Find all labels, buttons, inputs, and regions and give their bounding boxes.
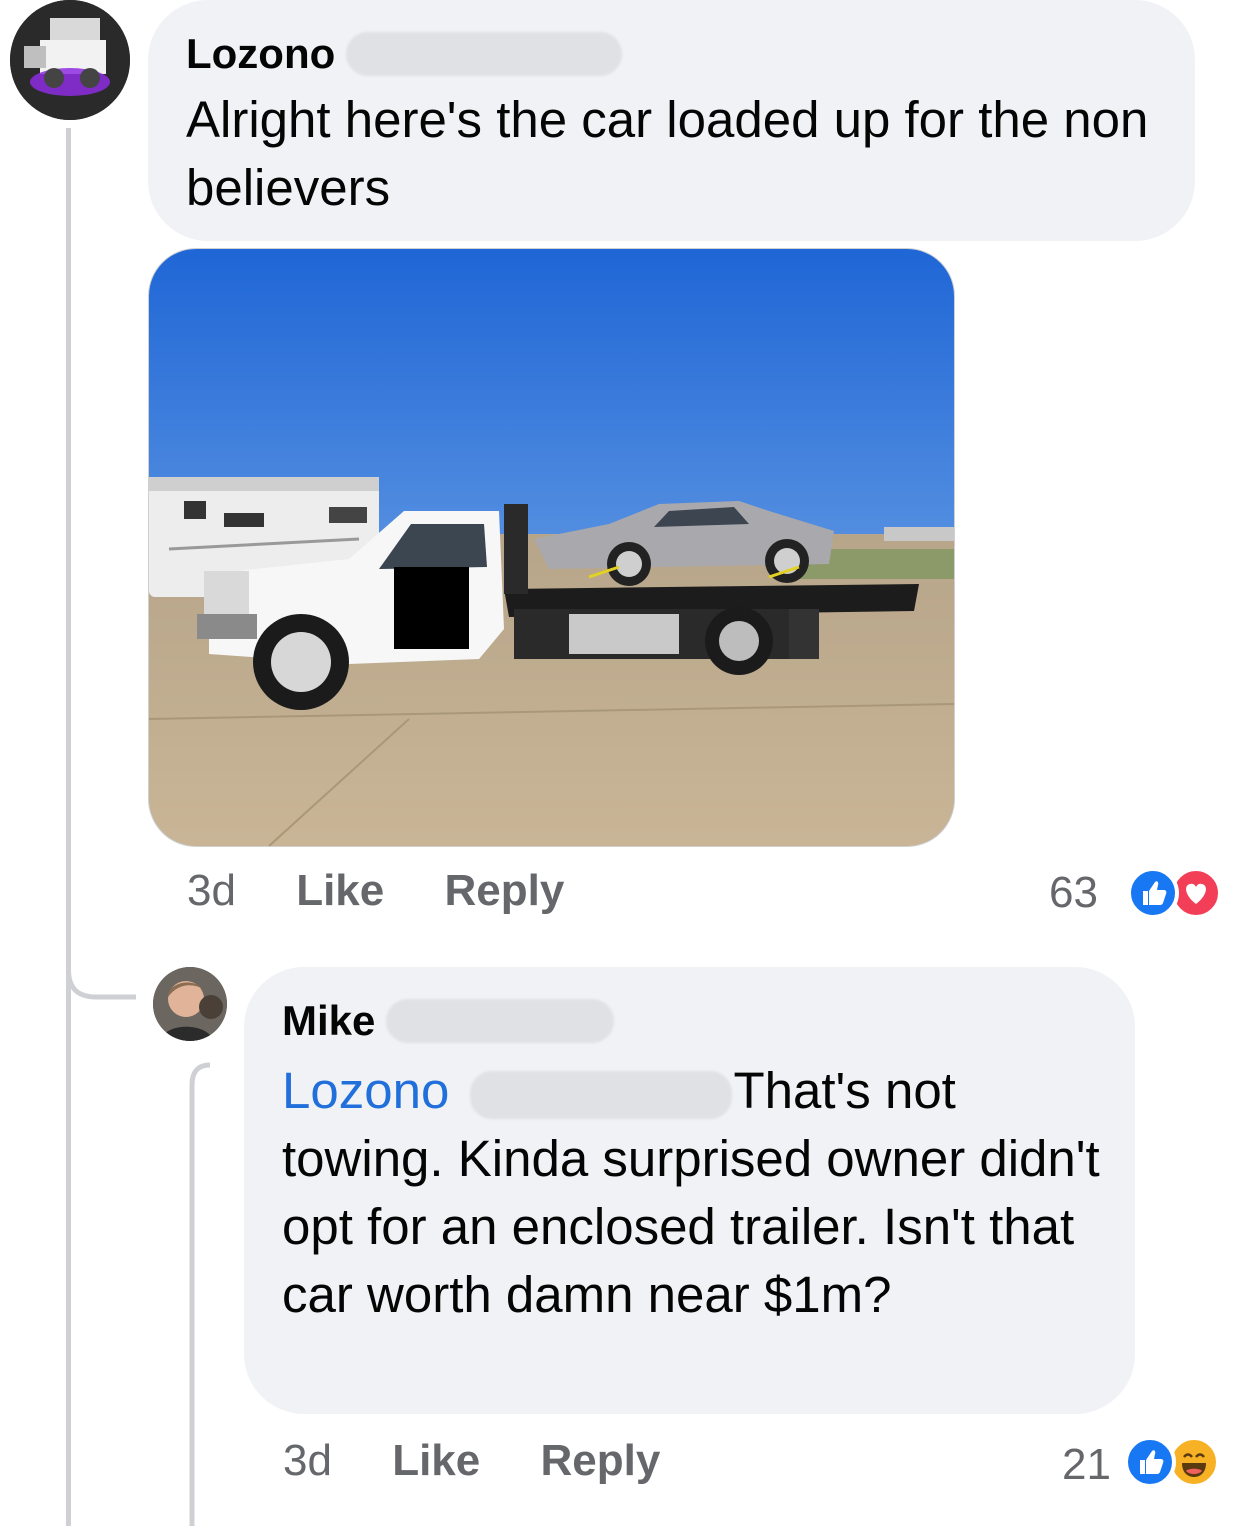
reply-button[interactable]: Reply [444,866,564,915]
like-button[interactable]: Like [296,866,384,915]
avatar[interactable] [10,0,130,120]
redacted-name [345,32,622,76]
reaction-count[interactable]: 63 [1049,868,1098,918]
redacted-name [469,1070,732,1119]
reply-timestamp[interactable]: 3d [283,1436,332,1485]
reply-author[interactable]: Mike [282,997,375,1045]
like-button[interactable]: Like [392,1436,480,1485]
thread-line [66,128,71,1526]
like-icon [1127,867,1179,919]
like-icon [1124,1436,1176,1488]
avatar[interactable] [153,967,227,1041]
comment-author[interactable]: Lozono [186,30,335,78]
reply-button[interactable]: Reply [540,1436,660,1485]
redacted-name [385,999,614,1043]
comment-bubble: Lozono Alright here's the car loaded up … [148,0,1195,241]
reply-bubble: Mike Lozono That's not towing. Kinda sur… [244,967,1135,1414]
reply-text: Lozono That's not towing. Kinda surprise… [282,1057,1114,1329]
reply-thread-connector [189,1062,211,1526]
reaction-count[interactable]: 21 [1062,1440,1111,1490]
comment-text: Alright here's the car loaded up for the… [186,91,1149,216]
comment-actions: 3d Like Reply [187,866,564,916]
mention-link[interactable]: Lozono [282,1062,449,1119]
comment-photo[interactable] [148,248,955,847]
thread-connector [66,950,136,1000]
truck-avatar-icon [10,0,130,120]
tow-truck-photo [149,249,954,846]
comment-timestamp[interactable]: 3d [187,866,236,915]
reply-actions: 3d Like Reply [283,1436,660,1486]
person-avatar-icon [153,967,227,1041]
